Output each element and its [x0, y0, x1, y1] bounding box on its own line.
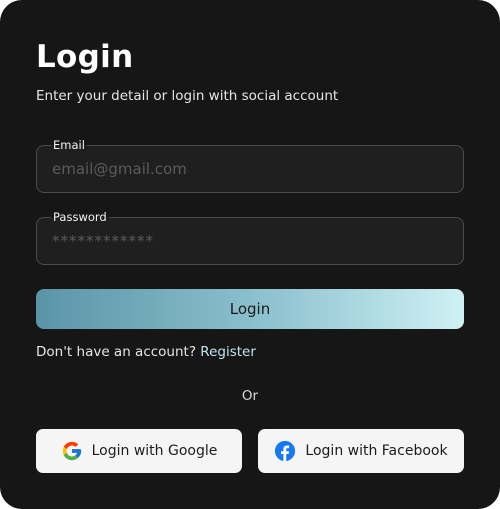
password-input[interactable] — [52, 218, 450, 264]
register-row: Don't have an account? Register — [36, 343, 256, 361]
email-input[interactable] — [52, 146, 450, 192]
page-title: Login — [36, 39, 134, 75]
password-field: Password — [36, 210, 464, 265]
register-prompt: Don't have an account? — [36, 344, 196, 360]
page-subtitle: Enter your detail or login with social a… — [36, 88, 339, 104]
facebook-login-button[interactable]: Login with Facebook — [258, 429, 464, 473]
or-divider: Or — [241, 388, 259, 404]
email-field: Email — [36, 138, 464, 193]
facebook-icon — [274, 440, 296, 462]
register-link[interactable]: Register — [200, 344, 256, 360]
google-login-label: Login with Google — [91, 443, 218, 459]
google-icon — [61, 440, 83, 462]
facebook-login-label: Login with Facebook — [305, 443, 448, 459]
login-button[interactable]: Login — [36, 289, 464, 329]
login-card: Login Enter your detail or login with so… — [0, 0, 500, 509]
google-login-button[interactable]: Login with Google — [36, 429, 242, 473]
